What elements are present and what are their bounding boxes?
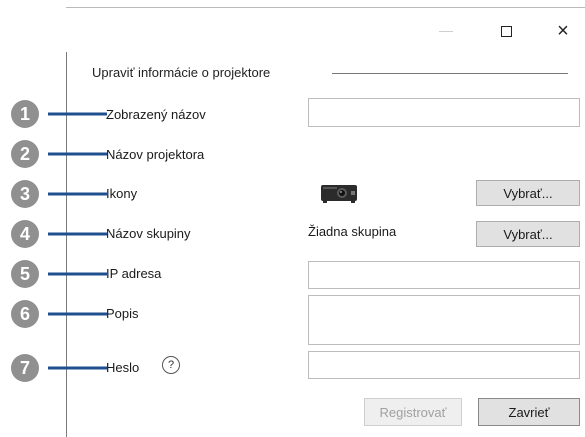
projector-icon (321, 185, 357, 203)
maximize-icon (500, 25, 512, 37)
callout-number-6: 6 (20, 304, 30, 324)
callout-marker-2: 2 (11, 140, 107, 168)
description-textarea[interactable] (308, 295, 580, 345)
minimize-button[interactable] (431, 18, 461, 44)
ip-address-label: IP adresa (106, 266, 162, 281)
select-icon-button[interactable]: Vybrať... (476, 180, 580, 206)
register-button[interactable]: Registrovať (364, 398, 462, 426)
callout-number-4: 4 (20, 224, 30, 244)
close-window-button[interactable]: × (548, 18, 578, 44)
display-name-input[interactable] (308, 98, 580, 127)
callout-marker-7: 7 (11, 354, 107, 382)
callout-marker-5: 5 (11, 260, 107, 288)
callout-number-7: 7 (20, 358, 30, 378)
select-group-button[interactable]: Vybrať... (476, 221, 580, 247)
icons-label: Ikony (106, 186, 138, 201)
password-help-icon[interactable]: ? (162, 356, 180, 374)
callout-number-3: 3 (20, 184, 30, 204)
callout-number-2: 2 (20, 144, 30, 164)
section-divider (332, 73, 568, 74)
description-label: Popis (106, 306, 139, 321)
maximize-button[interactable] (491, 18, 521, 44)
projector-name-label: Názov projektora (106, 147, 205, 162)
close-icon: × (557, 19, 569, 42)
callout-marker-4: 4 (11, 220, 107, 248)
callout-number-1: 1 (20, 104, 30, 124)
title-bar-rule (66, 7, 585, 8)
password-input[interactable] (308, 351, 580, 379)
callout-marker-3: 3 (11, 180, 107, 208)
close-button[interactable]: Zavrieť (478, 398, 580, 426)
minimize-icon (439, 30, 453, 32)
callout-marker-6: 6 (11, 300, 107, 328)
section-title: Upraviť informácie o projektore (92, 65, 271, 80)
ip-address-input[interactable] (308, 261, 580, 289)
display-name-label: Zobrazený názov (106, 107, 206, 122)
group-name-label: Názov skupiny (106, 226, 191, 241)
password-label: Heslo (106, 360, 140, 375)
callout-marker-1: 1 (11, 100, 107, 128)
group-name-value: Žiadna skupina (308, 224, 397, 239)
callout-number-5: 5 (20, 264, 30, 284)
